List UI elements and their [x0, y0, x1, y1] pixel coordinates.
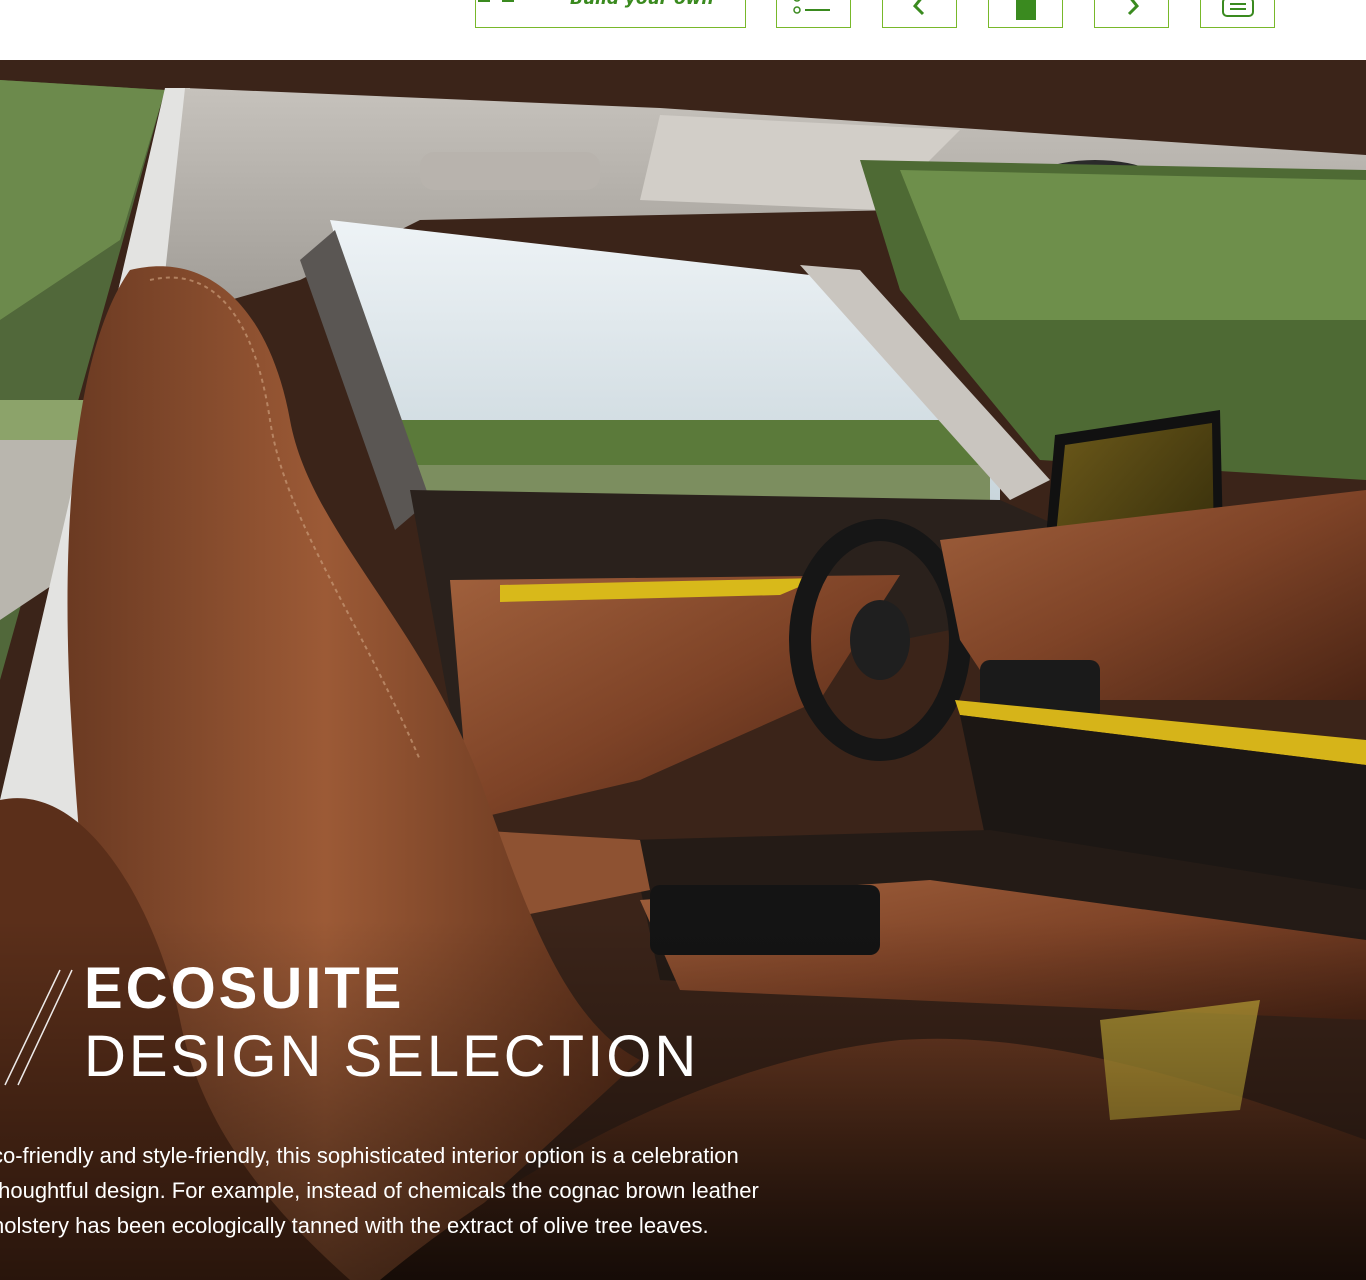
list-icon — [792, 0, 830, 14]
previous-page-button[interactable] — [882, 0, 957, 28]
build-your-own-label: Build your own — [570, 0, 713, 9]
build-your-own-button[interactable]: Build your own — [475, 0, 746, 28]
car-interior-image — [0, 60, 1366, 1280]
print-button[interactable] — [1200, 0, 1275, 28]
brochure-page: Build your own — [0, 0, 1366, 1280]
feature-description: co-friendly and style-friendly, this sop… — [0, 1138, 992, 1243]
contents-list-button[interactable] — [776, 0, 851, 28]
feature-title-light: DESIGN SELECTION — [84, 1024, 700, 1089]
description-line: holstery has been ecologically tanned wi… — [0, 1213, 709, 1238]
title-slash-decoration — [4, 969, 73, 1086]
interior-photo — [0, 60, 1366, 1280]
page-view-button[interactable] — [988, 0, 1063, 28]
chevron-right-icon — [1127, 0, 1139, 16]
page-icon — [1015, 0, 1036, 20]
description-line: thoughtful design. For example, instead … — [0, 1178, 759, 1203]
feature-title-bold: ECOSUITE — [84, 956, 405, 1021]
print-icon — [1221, 0, 1254, 17]
next-page-button[interactable] — [1094, 0, 1169, 28]
description-line: co-friendly and style-friendly, this sop… — [0, 1143, 739, 1168]
toolbar: Build your own — [0, 0, 1366, 60]
chevron-left-icon — [912, 0, 924, 16]
